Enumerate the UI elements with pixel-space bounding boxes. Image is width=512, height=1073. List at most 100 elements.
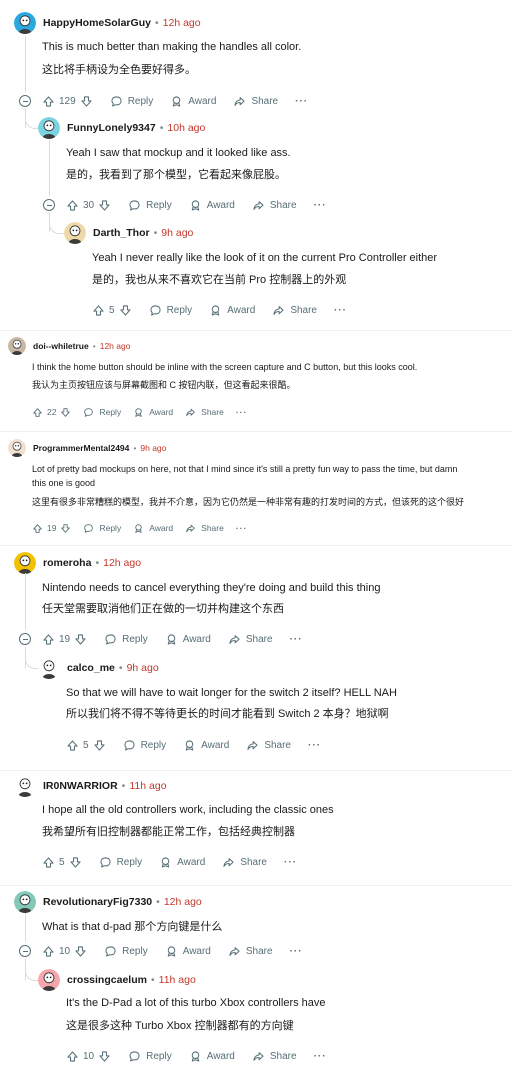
username[interactable]: Darth_Thor — [93, 227, 150, 239]
upvote-button[interactable] — [42, 945, 55, 958]
timestamp[interactable]: 10h ago — [167, 122, 205, 134]
share-button[interactable]: Share — [246, 739, 291, 752]
more-options-button[interactable]: ··· — [314, 1051, 327, 1062]
reply-button[interactable]: Reply — [104, 945, 148, 958]
username[interactable]: RevolutionaryFig7330 — [43, 896, 152, 908]
downvote-button[interactable] — [98, 199, 111, 212]
reply-button[interactable]: Reply — [110, 95, 153, 108]
award-button[interactable]: Award — [165, 633, 211, 646]
avatar[interactable] — [14, 552, 36, 574]
more-options-button[interactable]: ··· — [290, 946, 303, 957]
more-options-button[interactable]: ··· — [334, 305, 347, 316]
username[interactable]: IR0NWARRIOR — [43, 780, 118, 792]
share-button[interactable]: Share — [185, 407, 224, 418]
collapse-icon[interactable] — [19, 633, 31, 645]
downvote-button[interactable] — [60, 523, 71, 534]
collapse-icon[interactable] — [19, 95, 31, 107]
upvote-button[interactable] — [66, 199, 79, 212]
award-button[interactable]: Award — [133, 523, 173, 534]
upvote-button[interactable] — [32, 407, 43, 418]
timestamp[interactable]: 11h ago — [129, 780, 166, 792]
reply-button[interactable]: Reply — [83, 407, 121, 418]
share-button[interactable]: Share — [185, 523, 224, 534]
share-button[interactable]: Share — [252, 199, 297, 212]
avatar[interactable] — [38, 969, 60, 991]
downvote-button[interactable] — [74, 945, 87, 958]
award-button[interactable]: Award — [133, 407, 173, 418]
reply-button[interactable]: Reply — [104, 633, 148, 646]
avatar-icon — [38, 657, 60, 679]
timestamp[interactable]: 12h ago — [164, 896, 202, 908]
more-options-button[interactable]: ··· — [236, 523, 248, 533]
username[interactable]: romeroha — [43, 557, 91, 569]
avatar[interactable] — [64, 222, 86, 244]
avatar[interactable] — [14, 775, 36, 797]
timestamp[interactable]: 12h ago — [163, 17, 201, 29]
timestamp[interactable]: 11h ago — [159, 974, 196, 986]
share-button[interactable]: Share — [228, 945, 273, 958]
downvote-button[interactable] — [60, 407, 71, 418]
share-button[interactable]: Share — [222, 856, 267, 869]
username[interactable]: crossingcaelum — [67, 974, 147, 986]
award-button[interactable]: Award — [170, 95, 216, 108]
share-button[interactable]: Share — [252, 1050, 297, 1063]
reply-button[interactable]: Reply — [99, 856, 142, 869]
timestamp[interactable]: 9h ago — [161, 227, 193, 239]
comment-text-english: What is that d-pad 那个方向键是什么 — [42, 920, 223, 933]
downvote-button[interactable] — [119, 304, 132, 317]
award-button[interactable]: Award — [189, 1050, 235, 1063]
avatar[interactable] — [14, 12, 36, 34]
more-options-button[interactable]: ··· — [308, 740, 321, 751]
avatar[interactable] — [14, 891, 36, 913]
avatar[interactable] — [8, 439, 26, 457]
downvote-button[interactable] — [80, 95, 93, 108]
avatar-icon — [38, 969, 60, 991]
avatar[interactable] — [38, 117, 60, 139]
downvote-button[interactable] — [69, 856, 82, 869]
more-options-button[interactable]: ··· — [290, 634, 303, 645]
collapse-icon[interactable] — [19, 945, 31, 957]
downvote-button[interactable] — [93, 739, 106, 752]
comment-header: RevolutionaryFig7330 • 12h ago — [14, 891, 202, 913]
downvote-button[interactable] — [74, 633, 87, 646]
more-options-button[interactable]: ··· — [314, 200, 327, 211]
more-options-button[interactable]: ··· — [295, 96, 308, 107]
upvote-button[interactable] — [42, 95, 55, 108]
share-button[interactable]: Share — [272, 304, 317, 317]
timestamp[interactable]: 12h ago — [103, 557, 141, 569]
upvote-button[interactable] — [66, 739, 79, 752]
username[interactable]: doi--whiletrue — [33, 341, 89, 351]
reply-button[interactable]: Reply — [149, 304, 192, 317]
reply-button[interactable]: Reply — [128, 1050, 172, 1063]
username[interactable]: calco_me — [67, 662, 115, 674]
timestamp[interactable]: 12h ago — [100, 341, 131, 351]
collapse-icon[interactable] — [43, 199, 55, 211]
reply-button[interactable]: Reply — [128, 199, 172, 212]
award-button[interactable]: Award — [165, 945, 211, 958]
reply-button[interactable]: Reply — [123, 739, 166, 752]
username[interactable]: ProgrammerMental2494 — [33, 443, 129, 453]
award-button[interactable]: Award — [189, 199, 235, 212]
avatar[interactable] — [8, 337, 26, 355]
award-button[interactable]: Award — [183, 739, 229, 752]
timestamp[interactable]: 9h ago — [140, 443, 166, 453]
award-button[interactable]: Award — [209, 304, 255, 317]
upvote-button[interactable] — [42, 633, 55, 646]
upvote-button[interactable] — [32, 523, 43, 534]
username[interactable]: HappyHomeSolarGuy — [43, 17, 151, 29]
more-options-button[interactable]: ··· — [236, 407, 248, 417]
avatar[interactable] — [38, 657, 60, 679]
share-button[interactable]: Share — [233, 95, 278, 108]
share-button[interactable]: Share — [228, 633, 273, 646]
divider — [0, 330, 512, 331]
upvote-button[interactable] — [42, 856, 55, 869]
award-button[interactable]: Award — [159, 856, 205, 869]
comment-text-english: Yeah I saw that mockup and it looked lik… — [66, 146, 291, 159]
reply-button[interactable]: Reply — [83, 523, 121, 534]
upvote-button[interactable] — [66, 1050, 79, 1063]
username[interactable]: FunnyLonely9347 — [67, 122, 156, 134]
timestamp[interactable]: 9h ago — [127, 662, 159, 674]
upvote-button[interactable] — [92, 304, 105, 317]
downvote-button[interactable] — [98, 1050, 111, 1063]
more-options-button[interactable]: ··· — [284, 857, 297, 868]
